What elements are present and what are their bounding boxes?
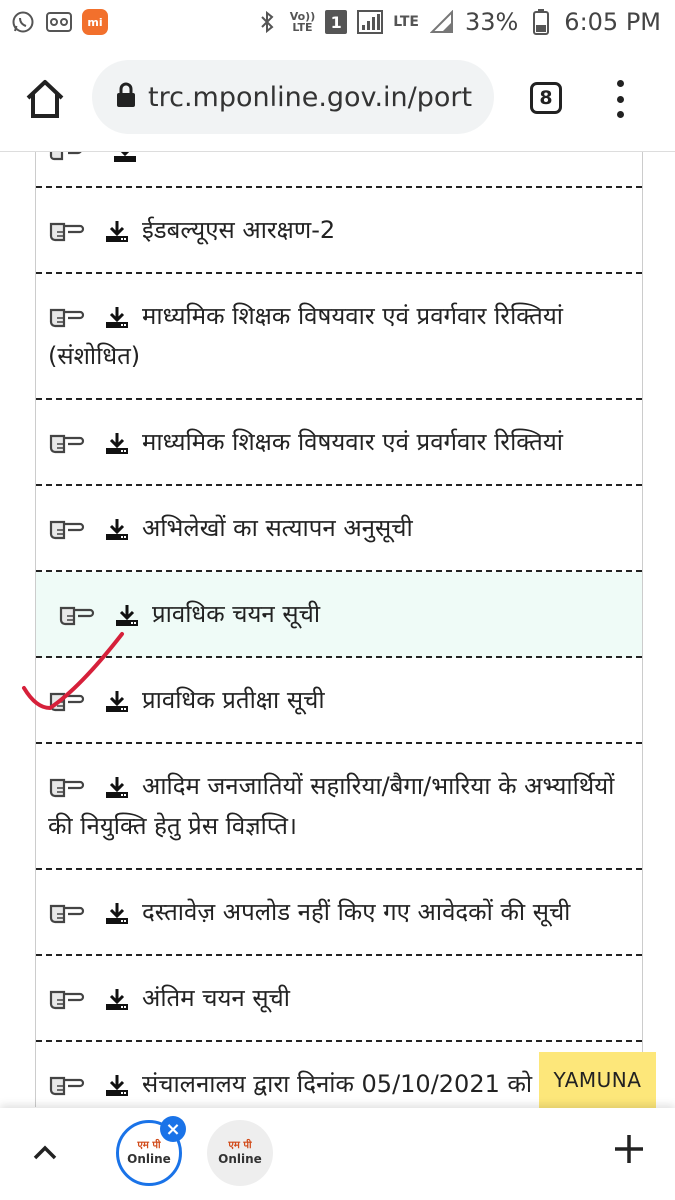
volte-line2: LTE (292, 21, 313, 34)
list-item-text: प्रावधिक प्रतीक्षा सूची (142, 686, 325, 714)
list-item-text: प्रावधिक चयन सूची (152, 600, 321, 628)
download-icon[interactable] (104, 689, 130, 713)
url-text: trc.mponline.gov.in/port (148, 81, 473, 113)
list-item[interactable]: प्रावधिक प्रतीक्षा सूची (36, 658, 642, 744)
pointing-hand-icon (49, 520, 85, 540)
battery-icon (528, 9, 554, 35)
sim-indicator: 1 (325, 10, 348, 34)
address-bar[interactable]: trc.mponline.gov.in/port (92, 60, 494, 134)
signal-icon (357, 9, 384, 35)
close-tab-icon[interactable]: × (160, 1116, 186, 1142)
tab-thumb-bottom-text: Online (218, 1152, 262, 1166)
download-icon[interactable] (104, 517, 130, 541)
list-item[interactable]: अंतिम चयन सूची (36, 956, 642, 1042)
list-item-highlighted[interactable]: प्रावधिक चयन सूची (36, 572, 642, 658)
list-item-text: अंतिम चयन सूची (142, 984, 291, 1012)
tab-thumb-top-text: एम पी (228, 1140, 252, 1151)
status-left: mi (10, 9, 108, 35)
download-icon[interactable] (104, 901, 130, 925)
list-item-text: संचालनालय द्वारा दिनांक 05/10/2021 को जा… (142, 1070, 612, 1098)
volte-indicator: Vo)) LTE (290, 11, 316, 33)
pointing-hand-icon (49, 692, 85, 712)
download-icon[interactable] (104, 775, 130, 799)
pointing-hand-icon (49, 308, 85, 328)
voicemail-icon (46, 9, 72, 35)
pointing-hand-icon (59, 606, 95, 626)
mi-app-icon: mi (82, 9, 108, 35)
list-item-text: अभिलेखों का सत्यापन अनुसूची (142, 514, 413, 542)
list-item[interactable]: दस्तावेज़ अपलोड नहीं किए गए आवेदकों की स… (36, 870, 642, 956)
download-icon[interactable] (104, 431, 130, 455)
list-item-partial (36, 152, 642, 188)
list-item[interactable]: ईडबल्यूएस आरक्षण-2 (36, 188, 642, 274)
overflow-menu-icon[interactable] (612, 80, 628, 118)
whatsapp-icon (10, 9, 36, 35)
new-tab-icon[interactable] (612, 1132, 646, 1166)
tab-thumb-bottom-text: Online (127, 1152, 171, 1166)
bluetooth-icon (254, 9, 280, 35)
download-icon[interactable] (104, 305, 130, 329)
status-bar: mi Vo)) LTE 1 LTE 33% 6:05 PM (0, 0, 675, 44)
list-item-text: आदिम जनजातियों सहारिया/बैगा/भारिया के अभ… (48, 772, 615, 840)
list-item-text: दस्तावेज़ अपलोड नहीं किए गए आवेदकों की स… (142, 898, 571, 926)
bottom-toolbar: एम पी Online × एम पी Online (0, 1108, 675, 1200)
wifi-icon (429, 9, 455, 35)
download-icon[interactable] (104, 219, 130, 243)
battery-percent: 33% (464, 8, 519, 36)
list-item-text: माध्यमिक शिक्षक विषयवार एवं प्रवर्गवार र… (142, 428, 563, 456)
lte-indicator: LTE (393, 13, 419, 30)
tab-thumb-top-text: एम पी (137, 1140, 161, 1151)
pointing-hand-icon (49, 778, 85, 798)
chevron-up-icon[interactable] (30, 1138, 60, 1168)
download-icon[interactable] (104, 987, 130, 1011)
tab-thumbnail[interactable]: एम पी Online (207, 1120, 273, 1186)
pointing-hand-icon (49, 222, 85, 242)
list-item-text: ईडबल्यूएस आरक्षण-2 (142, 216, 336, 244)
list-item[interactable]: माध्यमिक शिक्षक विषयवार एवं प्रवर्गवार र… (36, 274, 642, 400)
clock: 6:05 PM (564, 8, 661, 36)
yamuna-tag: YAMUNA (539, 1052, 656, 1108)
pointing-hand-icon (49, 1076, 85, 1096)
pointing-hand-icon (49, 990, 85, 1010)
tab-switcher-button[interactable]: 8 (530, 82, 562, 114)
pointing-hand-icon (49, 904, 85, 924)
status-right: Vo)) LTE 1 LTE 33% 6:05 PM (254, 8, 661, 36)
download-icon[interactable] (104, 1073, 130, 1097)
lock-icon (116, 82, 136, 112)
notice-list: ईडबल्यूएस आरक्षण-2 माध्यमिक शिक्षक विषयव… (35, 152, 643, 1107)
download-icon[interactable] (114, 603, 140, 627)
list-item[interactable]: माध्यमिक शिक्षक विषयवार एवं प्रवर्गवार र… (36, 400, 642, 486)
list-item[interactable]: अभिलेखों का सत्यापन अनुसूची (36, 486, 642, 572)
home-icon[interactable] (24, 78, 66, 120)
list-item[interactable]: आदिम जनजातियों सहारिया/बैगा/भारिया के अभ… (36, 744, 642, 870)
pointing-hand-icon (49, 434, 85, 454)
browser-toolbar: trc.mponline.gov.in/port 8 (0, 44, 675, 152)
